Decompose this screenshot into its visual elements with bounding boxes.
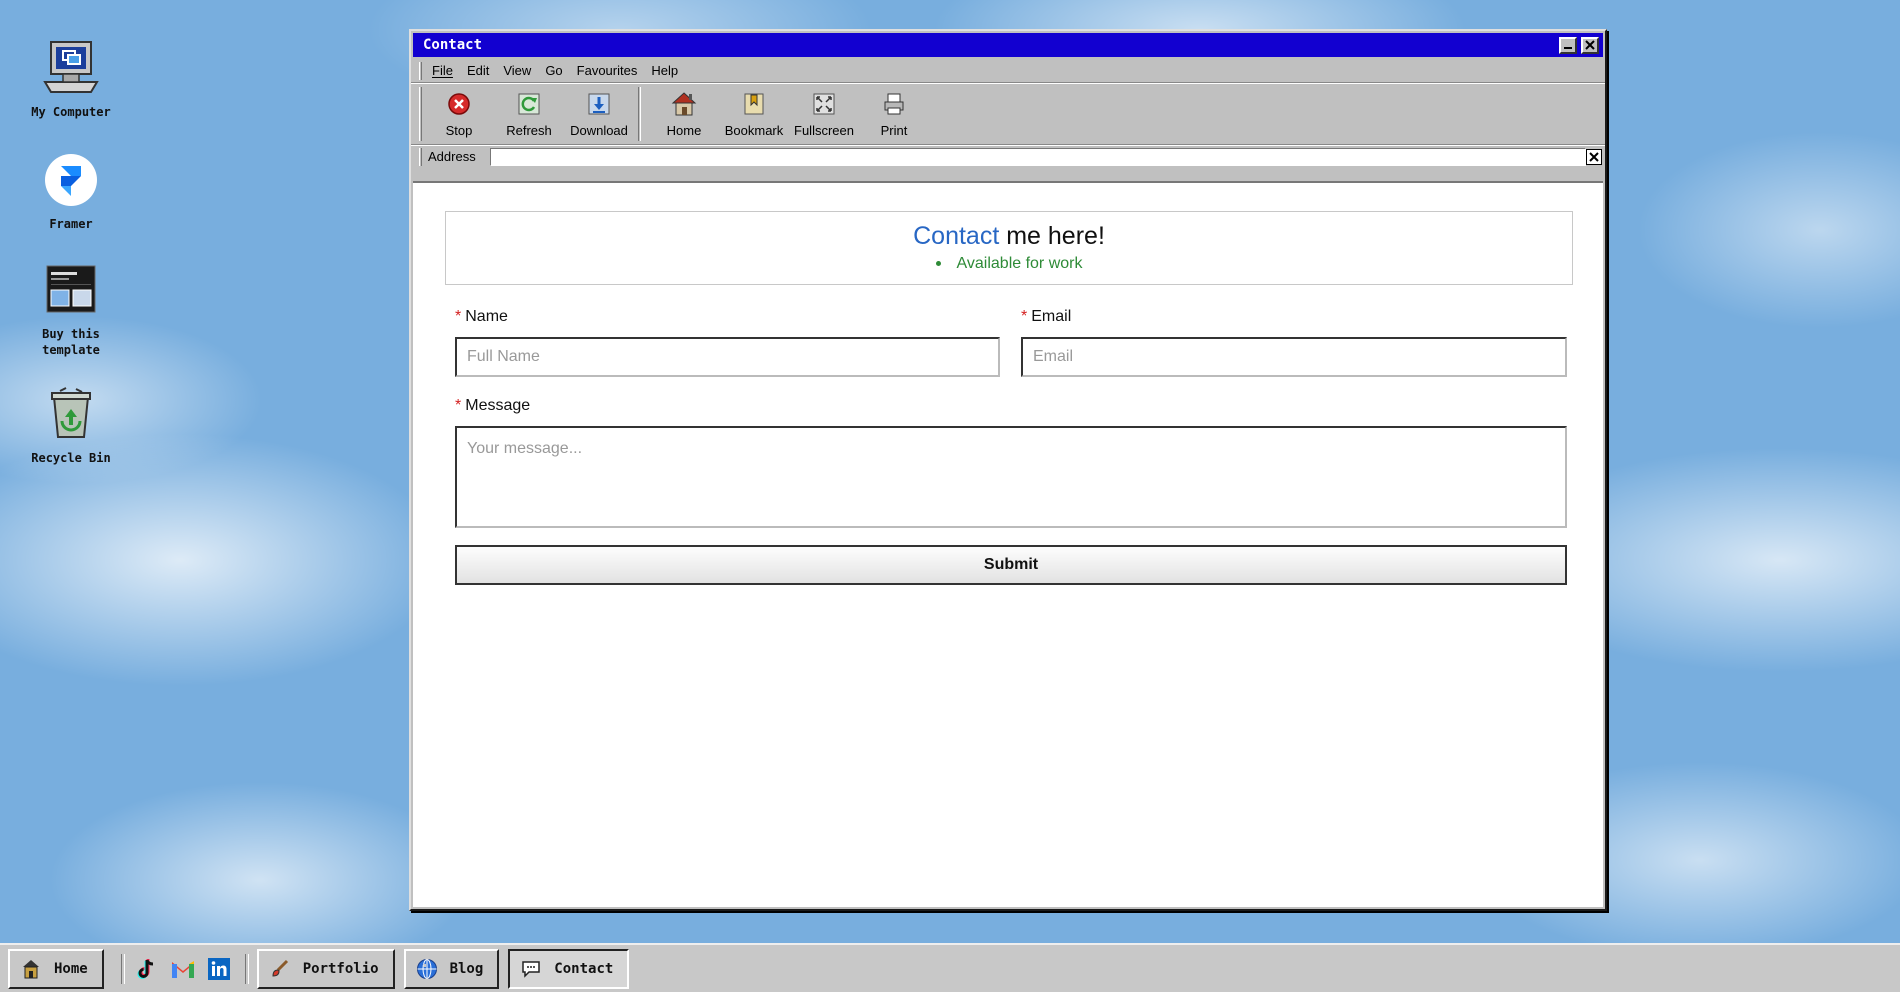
social-links <box>133 955 233 983</box>
status-text: Available for work <box>956 255 1083 272</box>
paintbrush-icon <box>269 958 291 980</box>
desktop-icon-label: Recycle Bin <box>31 451 111 465</box>
download-icon <box>586 91 612 117</box>
stop-icon <box>446 91 472 117</box>
fullscreen-button[interactable]: Fullscreen <box>789 85 859 143</box>
refresh-icon <box>516 91 542 117</box>
print-icon <box>881 91 907 117</box>
email-label: * Email <box>1021 308 1071 326</box>
framer-icon <box>39 148 103 212</box>
toolbar-separator <box>638 87 641 141</box>
home-icon <box>671 91 697 117</box>
name-field[interactable]: Full Name <box>455 337 1000 377</box>
taskbar-contact-button[interactable]: Contact <box>508 948 630 989</box>
menu-file[interactable]: File <box>432 63 453 78</box>
menu-edit[interactable]: Edit <box>467 63 489 78</box>
window-title: Contact <box>423 37 483 53</box>
menu-view[interactable]: View <box>503 63 531 78</box>
menu-go[interactable]: Go <box>545 63 562 78</box>
submit-label: Submit <box>983 556 1039 573</box>
print-button[interactable]: Print <box>859 85 929 143</box>
availability-status: Available for work <box>446 255 1572 273</box>
bookmark-label: Bookmark <box>724 122 784 138</box>
taskbar-blog-button[interactable]: Blog <box>403 948 500 989</box>
refresh-label: Refresh <box>506 122 552 138</box>
print-label: Print <box>880 122 908 138</box>
download-button[interactable]: Download <box>564 85 634 143</box>
desktop-icon-label: My Computer <box>31 105 111 119</box>
browser-window: Contact File Edit View Go Favourites Hel… <box>409 29 1607 911</box>
desktop-icon-label: Buy this template <box>42 327 100 357</box>
home-icon <box>20 958 42 980</box>
name-label-text: Name <box>465 308 508 325</box>
taskbar-separator <box>120 953 125 984</box>
desktop-icon-framer[interactable]: Framer <box>20 148 122 232</box>
tiktok-icon[interactable] <box>133 955 161 983</box>
refresh-button[interactable]: Refresh <box>494 85 564 143</box>
taskbar-home-button[interactable]: Home <box>8 948 104 989</box>
fullscreen-label: Fullscreen <box>794 122 854 138</box>
email-label-text: Email <box>1031 308 1072 325</box>
globe-icon <box>416 958 438 980</box>
email-placeholder: Email <box>1033 348 1074 365</box>
menu-bar: File Edit View Go Favourites Help <box>411 59 1605 83</box>
template-icon <box>39 258 103 322</box>
window-titlebar[interactable]: Contact <box>413 33 1603 57</box>
desktop-icon-recycle-bin[interactable]: Recycle Bin <box>20 382 122 466</box>
taskbar-portfolio-button[interactable]: Portfolio <box>256 948 395 989</box>
home-button[interactable]: Home <box>649 85 719 143</box>
message-label: * Message <box>455 397 530 415</box>
required-mark: * <box>455 397 462 414</box>
menu-help[interactable]: Help <box>651 63 678 78</box>
name-label: * Name <box>455 308 508 326</box>
toolbar-grip <box>419 87 422 141</box>
required-mark: * <box>455 308 462 325</box>
message-label-text: Message <box>465 397 531 414</box>
stop-button[interactable]: Stop <box>424 85 494 143</box>
taskbar-separator <box>244 953 249 984</box>
message-placeholder: Your message... <box>467 440 583 457</box>
taskbar: Home Portfolio Blog Contact <box>0 943 1900 992</box>
computer-icon <box>39 36 103 100</box>
desktop-icon-buy-template[interactable]: Buy this template <box>20 258 122 358</box>
address-input[interactable] <box>489 147 1586 166</box>
address-close-button[interactable] <box>1586 148 1602 165</box>
taskbar-portfolio-label: Portfolio <box>302 960 379 977</box>
contact-header: Contact me here! Available for work <box>445 211 1573 285</box>
toolbar: Stop Refresh Download Home Bookmark Full… <box>411 83 1605 145</box>
close-button[interactable] <box>1581 36 1599 54</box>
bookmark-icon <box>741 91 767 117</box>
message-textarea[interactable]: Your message... <box>455 426 1567 528</box>
desktop-icon-my-computer[interactable]: My Computer <box>20 36 122 120</box>
home-label: Home <box>666 122 702 138</box>
email-field[interactable]: Email <box>1021 337 1567 377</box>
speech-bubble-icon <box>520 958 542 980</box>
menu-grip <box>419 61 422 80</box>
address-grip <box>419 147 422 166</box>
submit-button[interactable]: Submit <box>455 545 1567 585</box>
page-title: Contact me here! <box>446 222 1572 251</box>
fullscreen-icon <box>811 91 837 117</box>
stop-label: Stop <box>445 122 473 138</box>
address-bar: Address <box>411 145 1605 167</box>
menu-favourites[interactable]: Favourites <box>577 63 638 78</box>
name-placeholder: Full Name <box>467 348 540 365</box>
title-rest: me here! <box>999 222 1105 250</box>
recycle-bin-icon <box>39 382 103 446</box>
page-content: Contact me here! Available for work * Nam… <box>413 181 1603 907</box>
linkedin-icon[interactable] <box>205 955 233 983</box>
desktop-icon-label: Framer <box>49 217 93 231</box>
address-label: Address <box>428 149 476 164</box>
download-label: Download <box>570 122 628 138</box>
status-dot-icon <box>935 261 941 267</box>
required-mark: * <box>1021 308 1028 325</box>
taskbar-contact-label: Contact <box>554 960 614 977</box>
minimize-button[interactable] <box>1559 36 1577 54</box>
taskbar-blog-label: Blog <box>449 960 484 977</box>
bookmark-button[interactable]: Bookmark <box>719 85 789 143</box>
gmail-icon[interactable] <box>169 955 197 983</box>
taskbar-home-label: Home <box>54 960 88 977</box>
title-accent: Contact <box>913 222 1000 250</box>
